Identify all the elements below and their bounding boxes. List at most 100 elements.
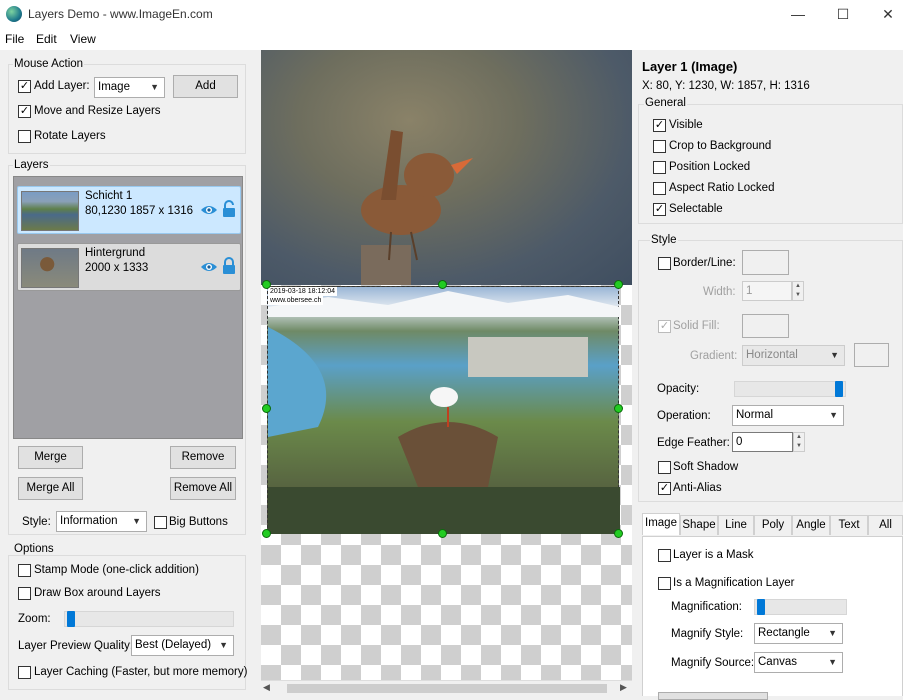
anti-alias-checkbox[interactable]: [658, 482, 671, 495]
operation-select[interactable]: Normal ▼: [732, 405, 844, 426]
unlocked-icon[interactable]: [222, 200, 236, 218]
big-buttons-checkbox[interactable]: [154, 516, 167, 529]
menu-view[interactable]: View: [70, 32, 96, 46]
zoom-slider-thumb[interactable]: [67, 611, 75, 627]
crop-background-checkbox[interactable]: [653, 140, 666, 153]
partial-button[interactable]: [658, 692, 768, 700]
lock-icon[interactable]: [222, 257, 236, 275]
add-button[interactable]: Add: [173, 75, 238, 98]
magnification-layer-checkbox[interactable]: [658, 577, 671, 590]
eye-icon[interactable]: [200, 261, 218, 273]
draw-box-label: Draw Box around Layers: [34, 587, 161, 599]
tab-shape[interactable]: Shape: [680, 515, 718, 535]
move-resize-label: Move and Resize Layers: [34, 105, 161, 117]
resize-handle-bottom[interactable]: [438, 529, 447, 538]
selectable-checkbox[interactable]: [653, 203, 666, 216]
left-panel: Mouse Action Add Layer: Image▼ Add Move …: [0, 50, 258, 696]
chevron-down-icon: ▼: [828, 628, 837, 638]
width-label: Width:: [703, 286, 736, 298]
resize-handle-top[interactable]: [438, 280, 447, 289]
tab-image[interactable]: Image: [642, 513, 680, 535]
merge-button[interactable]: Merge: [18, 446, 83, 469]
close-button[interactable]: ✕: [865, 0, 903, 30]
width-input[interactable]: 1: [742, 281, 792, 301]
resize-handle-left[interactable]: [262, 404, 271, 413]
position-locked-checkbox[interactable]: [653, 161, 666, 174]
image-tab-panel: Layer is a Mask Is a Magnification Layer…: [642, 536, 903, 700]
big-buttons-label: Big Buttons: [169, 516, 228, 528]
resize-handle-bottom-left[interactable]: [262, 529, 271, 538]
stamp-mode-label: Stamp Mode (one-click addition): [34, 564, 199, 576]
gradient-label: Gradient:: [690, 350, 738, 362]
solid-fill-checkbox[interactable]: [658, 320, 671, 333]
style-label: Style:: [22, 516, 51, 528]
zoom-slider[interactable]: [64, 611, 234, 627]
edge-feather-spinner[interactable]: ▲ ▼: [793, 432, 805, 452]
tab-all[interactable]: All: [868, 515, 903, 535]
scroll-left-icon[interactable]: ◀: [263, 682, 270, 693]
remove-button[interactable]: Remove: [170, 446, 236, 469]
layer-caching-checkbox[interactable]: [18, 666, 31, 679]
tab-line[interactable]: Line: [718, 515, 754, 535]
add-layer-label: Add Layer:: [34, 80, 90, 92]
opacity-slider-thumb[interactable]: [835, 381, 843, 397]
edge-feather-input[interactable]: 0: [732, 432, 793, 452]
eye-icon[interactable]: [200, 204, 218, 216]
general-title: General: [644, 97, 687, 109]
visible-checkbox[interactable]: [653, 119, 666, 132]
add-layer-type-select[interactable]: Image ▼: [94, 77, 165, 98]
merge-all-button[interactable]: Merge All: [18, 477, 83, 500]
layer-item-selected[interactable]: Schicht 1 80,1230 1857 x 1316: [17, 186, 241, 234]
maximize-button[interactable]: ☐: [820, 0, 866, 30]
remove-all-button[interactable]: Remove All: [170, 477, 236, 500]
chevron-down-icon: ▼: [150, 82, 159, 92]
aspect-locked-checkbox[interactable]: [653, 182, 666, 195]
edge-feather-label: Edge Feather:: [657, 437, 730, 449]
magnify-source-select[interactable]: Canvas ▼: [754, 652, 843, 673]
stamp-mode-checkbox[interactable]: [18, 564, 31, 577]
scroll-right-icon[interactable]: ▶: [620, 682, 627, 693]
add-layer-checkbox[interactable]: [18, 80, 31, 93]
gradient-select[interactable]: Horizontal ▼: [742, 345, 845, 366]
resize-handle-right[interactable]: [614, 404, 623, 413]
gradient-color-box[interactable]: [854, 343, 889, 367]
magnification-slider-thumb[interactable]: [757, 599, 765, 615]
menu-edit[interactable]: Edit: [36, 32, 57, 46]
tab-angle[interactable]: Angle: [792, 515, 830, 535]
magnify-style-select[interactable]: Rectangle ▼: [754, 623, 843, 644]
layer-mask-checkbox[interactable]: [658, 549, 671, 562]
soft-shadow-checkbox[interactable]: [658, 461, 671, 474]
rotate-checkbox[interactable]: [18, 130, 31, 143]
chevron-down-icon: ▼: [132, 516, 141, 526]
layers-list[interactable]: Schicht 1 80,1230 1857 x 1316 Hintergrun…: [13, 176, 243, 439]
width-spinner[interactable]: ▲ ▼: [792, 281, 804, 301]
layer-mask-label: Layer is a Mask: [673, 549, 754, 561]
fill-color-box[interactable]: [742, 314, 789, 338]
tab-text[interactable]: Text: [830, 515, 868, 535]
image-canvas[interactable]: 2019-03-18 18:12:04 www.obersee.ch ◀ ▶: [261, 50, 632, 696]
position-locked-label: Position Locked: [669, 161, 751, 173]
preview-quality-label: Layer Preview Quality:: [18, 640, 134, 652]
resize-handle-bottom-right[interactable]: [614, 529, 623, 538]
style-select[interactable]: Information ▼: [56, 511, 147, 532]
app-icon: [6, 6, 22, 22]
border-line-checkbox[interactable]: [658, 257, 671, 270]
menu-file[interactable]: File: [5, 32, 24, 46]
canvas-scrollbar[interactable]: ◀ ▶: [261, 680, 632, 696]
selected-layer-image[interactable]: 2019-03-18 18:12:04 www.obersee.ch: [267, 286, 620, 534]
border-color-box[interactable]: [742, 250, 789, 275]
draw-box-checkbox[interactable]: [18, 587, 31, 600]
opacity-slider[interactable]: [734, 381, 846, 397]
resize-handle-top-left[interactable]: [262, 280, 271, 289]
preview-quality-select[interactable]: Best (Delayed) ▼: [131, 635, 234, 656]
minimize-button[interactable]: —: [775, 0, 821, 30]
chevron-down-icon: ▼: [830, 350, 839, 360]
scroll-thumb[interactable]: [287, 684, 607, 693]
magnification-slider[interactable]: [754, 599, 847, 615]
resize-handle-top-right[interactable]: [614, 280, 623, 289]
layer-item[interactable]: Hintergrund 2000 x 1333: [17, 243, 241, 291]
layer-thumbnail: [21, 248, 79, 288]
move-resize-checkbox[interactable]: [18, 105, 31, 118]
tab-poly[interactable]: Poly: [754, 515, 792, 535]
selectable-label: Selectable: [669, 203, 723, 215]
